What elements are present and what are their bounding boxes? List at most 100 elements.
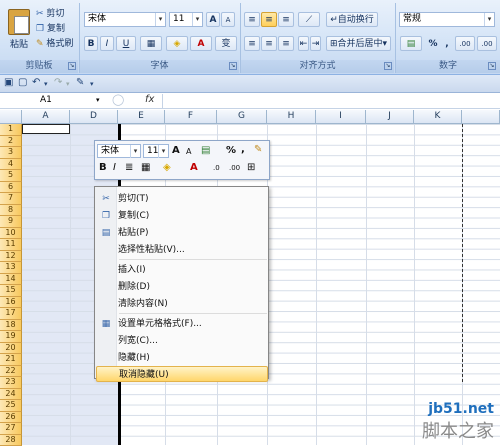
borders-button[interactable]: ▦ [140,36,162,51]
menu-item-5[interactable]: 删除(D) [96,279,268,295]
name-box[interactable]: A1 ▾ [0,94,108,108]
column-header-g[interactable]: G [217,110,267,124]
mini-font-combo[interactable]: 宋体 ▾ [97,144,141,158]
orientation-button[interactable]: ⟋ [298,12,320,27]
font-name-combo[interactable]: 宋体 ▾ [84,12,166,27]
column-header-j[interactable]: J [366,110,414,124]
mini-merge-icon[interactable]: ⊞ [247,162,255,173]
decrease-indent-button[interactable]: ⇤ [298,36,309,51]
row-header-15[interactable]: 15 [0,285,22,297]
row-header-20[interactable]: 20 [0,343,22,355]
row-header-21[interactable]: 21 [0,354,22,366]
row-header-8[interactable]: 8 [0,205,22,217]
menu-item-9[interactable]: 隐藏(H) [96,350,268,366]
mini-format-painter-icon[interactable]: ✎ [254,144,262,155]
row-header-27[interactable]: 27 [0,423,22,435]
merge-center-button[interactable]: ⊞合并后居中▾ [326,36,391,51]
mini-font-color-button[interactable]: A [190,162,198,173]
decrease-decimal-button[interactable]: .00 [477,36,497,51]
column-header-e[interactable]: E [118,110,165,124]
row-header-28[interactable]: 28 [0,435,22,446]
underline-button[interactable]: U [116,36,136,51]
accounting-format-button[interactable]: ▤ [400,36,422,51]
row-header-24[interactable]: 24 [0,389,22,401]
number-dialog-launcher[interactable]: ↘ [488,62,496,70]
font-size-combo[interactable]: 11 ▾ [169,12,203,27]
fill-color-button[interactable]: ◈ [166,36,188,51]
row-header-3[interactable]: 3 [0,147,22,159]
chevron-down-icon[interactable]: ▾ [96,94,100,107]
column-header-a[interactable]: A [22,110,70,124]
menu-item-6[interactable]: 清除内容(N) [96,296,268,312]
menu-item-8[interactable]: 列宽(C)... [96,333,268,349]
format-painter-button[interactable]: ✎ 格式刷 [36,36,73,49]
font-color-button[interactable]: A [190,36,212,51]
formula-input[interactable] [162,94,500,108]
select-all-corner[interactable] [0,110,22,124]
row-header-10[interactable]: 10 [0,228,22,240]
menu-item-3[interactable]: 选择性粘贴(V)... [96,242,268,258]
fx-icon[interactable]: fx [145,94,154,105]
font-dialog-launcher[interactable]: ↘ [229,62,237,70]
row-header-6[interactable]: 6 [0,182,22,194]
increase-indent-button[interactable]: ⇥ [310,36,321,51]
undo-icon[interactable]: ↶ [32,77,40,88]
number-format-combo[interactable]: 常规 ▾ [399,12,495,27]
mini-shrink-font-button[interactable]: A [186,147,191,156]
menu-item-1[interactable]: ❐复制(C) [96,208,268,224]
align-middle-button[interactable]: ≡ [261,12,277,27]
menu-item-0[interactable]: ✂剪切(T) [96,191,268,207]
row-header-7[interactable]: 7 [0,193,22,205]
mini-grow-font-button[interactable]: A [172,145,180,156]
format-painter-icon[interactable]: ✎ [76,77,84,88]
column-header-k[interactable]: K [414,110,462,124]
align-right-button[interactable]: ≡ [278,36,294,51]
grow-font-button[interactable]: A [206,12,220,27]
row-header-16[interactable]: 16 [0,297,22,309]
row-header-22[interactable]: 22 [0,366,22,378]
wrap-text-button[interactable]: ↵自动换行 [326,12,378,27]
mini-center-icon[interactable]: ≣ [125,162,133,173]
menu-item-7[interactable]: ▦设置单元格格式(F)... [96,316,268,332]
mini-italic-button[interactable]: I [113,162,116,173]
row-header-26[interactable]: 26 [0,412,22,424]
column-header-d[interactable]: D [70,110,118,124]
column-header-i[interactable]: I [316,110,366,124]
new-document-icon[interactable]: ▢ [18,77,27,88]
save-icon[interactable]: ▣ [4,77,13,88]
mini-percent-button[interactable]: % [226,145,236,156]
menu-item-2[interactable]: ▤粘贴(P) [96,225,268,241]
row-header-11[interactable]: 11 [0,239,22,251]
mini-comma-button[interactable]: , [241,144,245,155]
shrink-font-button[interactable]: A [221,12,235,27]
active-cell-a1[interactable] [22,124,70,134]
column-header-f[interactable]: F [165,110,217,124]
row-header-1[interactable]: 1 [0,124,22,136]
row-header-13[interactable]: 13 [0,262,22,274]
row-header-2[interactable]: 2 [0,136,22,148]
mini-size-combo[interactable]: 11 ▾ [143,144,169,158]
align-center-button[interactable]: ≡ [261,36,277,51]
clipboard-dialog-launcher[interactable]: ↘ [68,62,76,70]
mini-border-icon[interactable]: ▦ [141,162,150,173]
chevron-down-icon[interactable]: ▾ [44,80,48,88]
row-header-25[interactable]: 25 [0,400,22,412]
mini-currency-icon[interactable]: ▤ [201,145,210,156]
increase-decimal-button[interactable]: .00 [455,36,475,51]
align-left-button[interactable]: ≡ [244,36,260,51]
mini-increase-decimal-button[interactable]: .0 [213,164,220,172]
row-header-14[interactable]: 14 [0,274,22,286]
italic-button[interactable]: I [100,36,114,51]
row-header-4[interactable]: 4 [0,159,22,171]
paste-button[interactable]: 粘贴 [2,3,34,58]
mini-bold-button[interactable]: B [99,162,107,173]
menu-item-4[interactable]: 插入(I) [96,262,268,278]
align-top-button[interactable]: ≡ [244,12,260,27]
menu-item-10[interactable]: 取消隐藏(U) [96,366,268,382]
mini-fill-icon[interactable]: ◈ [163,162,171,173]
comma-button[interactable]: , [442,36,452,51]
row-header-19[interactable]: 19 [0,331,22,343]
row-header-23[interactable]: 23 [0,377,22,389]
row-header-5[interactable]: 5 [0,170,22,182]
row-header-9[interactable]: 9 [0,216,22,228]
